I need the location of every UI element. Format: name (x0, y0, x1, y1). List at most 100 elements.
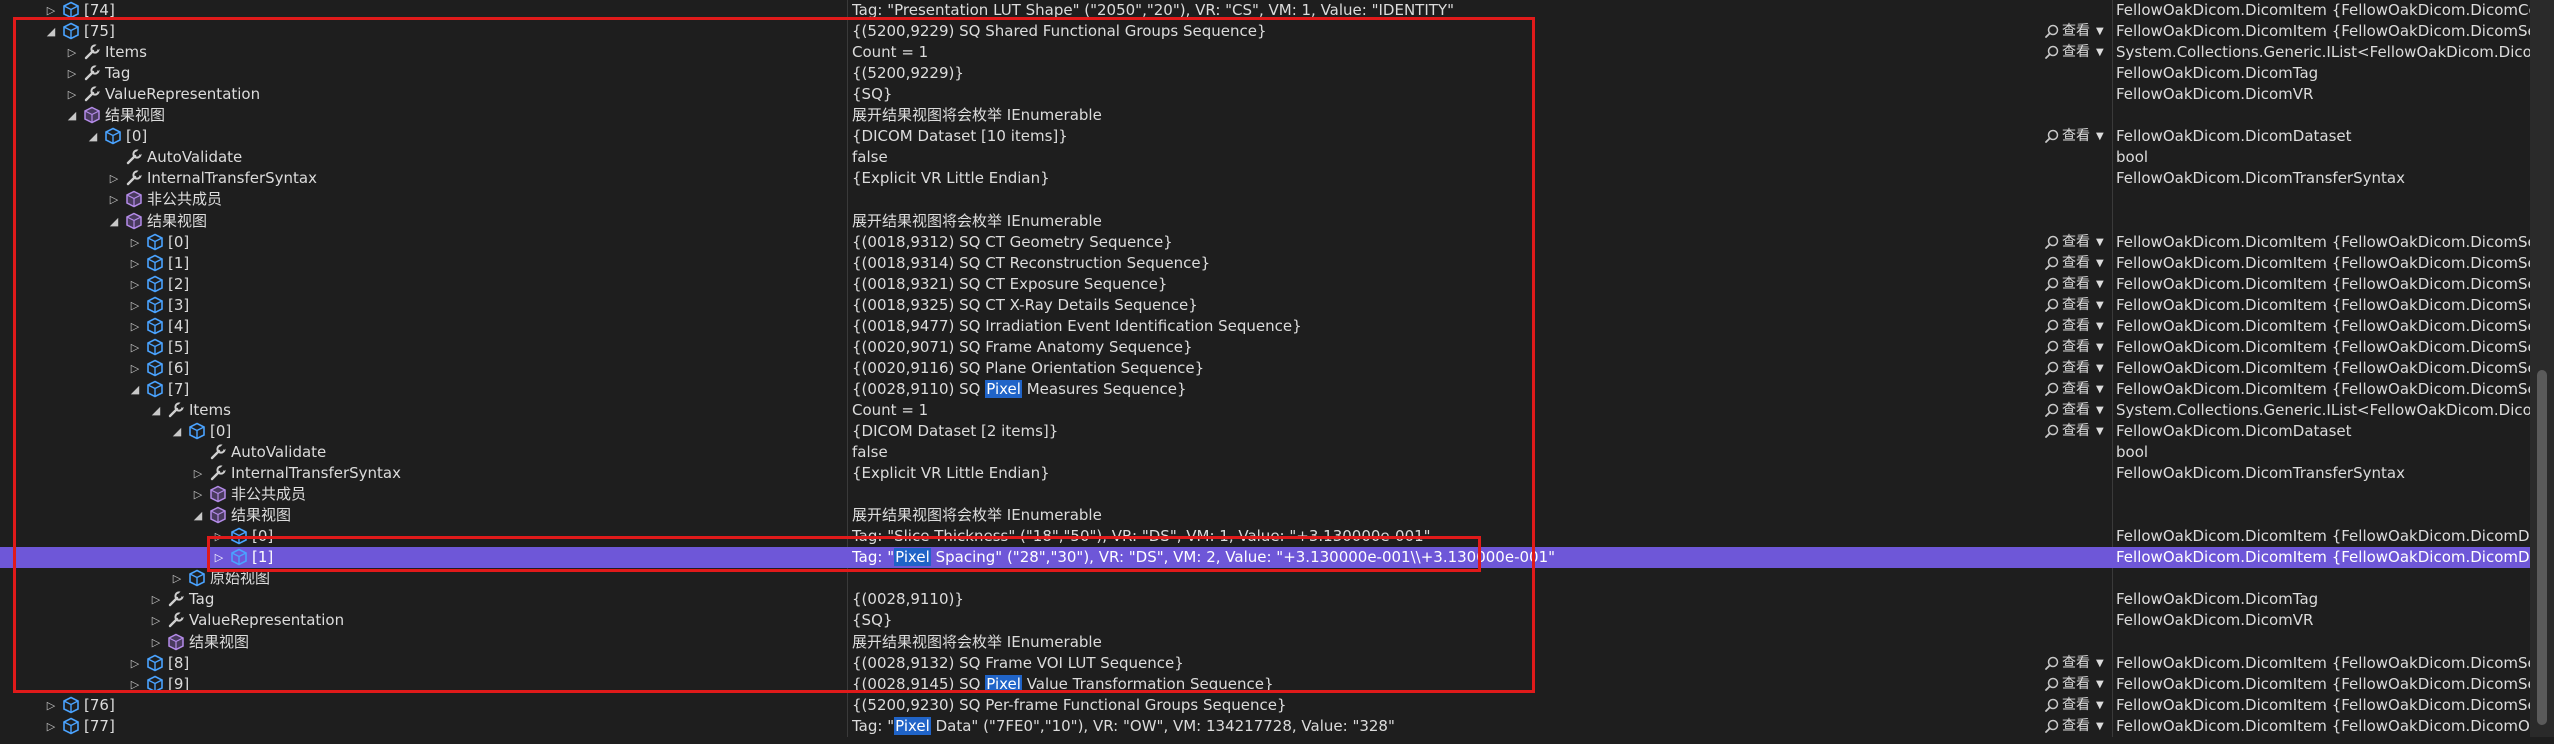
tree-row[interactable]: ▷ Tag {(5200,9229)} FellowOakDicom.DicomTag (0, 63, 2530, 84)
expand-arrow-icon[interactable]: ▷ (128, 337, 142, 358)
tree-row[interactable]: ▷ [9] {(0028,9145) SQ Pixel Value Transfor… (0, 674, 2530, 695)
tree-row[interactable]: ▷ [0] Tag: "Slice Thickness" ("18","50"), … (0, 526, 2530, 547)
expand-arrow-icon[interactable]: ▷ (149, 589, 163, 610)
dropdown-arrow-icon[interactable]: ▼ (2096, 295, 2104, 316)
tree-row[interactable]: ▷ [3] {(0018,9325) SQ CT X-Ray Details Seq… (0, 295, 2530, 316)
visualizer-button[interactable]: 查看 ▼ (2044, 274, 2106, 295)
tree-row[interactable]: ◢ 结果视图 展开结果视图将会枚举 IEnumerable (0, 505, 2530, 526)
expand-arrow-icon[interactable]: ▷ (44, 716, 58, 737)
tree-row[interactable]: ▷ [76] {(5200,9230) SQ Per-frame Functiona… (0, 695, 2530, 716)
collapse-arrow-icon[interactable]: ◢ (128, 379, 142, 400)
collapse-arrow-icon[interactable]: ◢ (170, 421, 184, 442)
tree-row[interactable]: ▷ [77] Tag: "Pixel Data" ("7FE0","10"), VR… (0, 716, 2530, 737)
tree-row[interactable]: ◢ 结果视图 展开结果视图将会枚举 IEnumerable (0, 105, 2530, 126)
visualizer-button[interactable]: 查看 ▼ (2044, 379, 2106, 400)
dropdown-arrow-icon[interactable]: ▼ (2096, 653, 2104, 674)
tree-row[interactable]: ◢ Items Count = 1 查看 ▼ System.Collections.Gen… (0, 400, 2530, 421)
dropdown-arrow-icon[interactable]: ▼ (2096, 716, 2104, 737)
tree-row[interactable]: ▷ InternalTransferSyntax {Explicit VR Litt… (0, 168, 2530, 189)
expand-arrow-icon[interactable]: ▷ (128, 653, 142, 674)
expand-arrow-icon[interactable]: ▷ (212, 547, 226, 568)
collapse-arrow-icon[interactable]: ◢ (86, 126, 100, 147)
tree-row[interactable]: ▷ [6] {(0020,9116) SQ Plane Orientation Se… (0, 358, 2530, 379)
visualizer-button[interactable]: 查看 ▼ (2044, 337, 2106, 358)
tree-row[interactable]: ▷ InternalTransferSyntax {Explicit VR Litt… (0, 463, 2530, 484)
expand-arrow-icon[interactable]: ▷ (44, 695, 58, 716)
tree-row[interactable]: ▷ [2] {(0018,9321) SQ CT Exposure Sequence… (0, 274, 2530, 295)
tree-row[interactable]: ▷ [5] {(0020,9071) SQ Frame Anatomy Sequen… (0, 337, 2530, 358)
visualizer-button[interactable]: 查看 ▼ (2044, 232, 2106, 253)
expand-arrow-icon[interactable]: ▷ (128, 274, 142, 295)
visualizer-button[interactable]: 查看 ▼ (2044, 653, 2106, 674)
tree-row[interactable]: ▷ ValueRepresentation {SQ} FellowOakDicom.D… (0, 610, 2530, 631)
expand-arrow-icon[interactable]: ▷ (65, 84, 79, 105)
expand-arrow-icon[interactable]: ▷ (107, 168, 121, 189)
dropdown-arrow-icon[interactable]: ▼ (2096, 400, 2104, 421)
tree-row[interactable]: ▷ Tag {(0028,9110)} FellowOakDicom.DicomTag (0, 589, 2530, 610)
tree-row[interactable]: ▷ ValueRepresentation {SQ} FellowOakDicom.D… (0, 84, 2530, 105)
expand-arrow-icon[interactable]: ▷ (191, 484, 205, 505)
tree-row[interactable]: ◢ [7] {(0028,9110) SQ Pixel Measures Seque… (0, 379, 2530, 400)
tree-row[interactable]: AutoValidate false bool (0, 442, 2530, 463)
dropdown-arrow-icon[interactable]: ▼ (2096, 126, 2104, 147)
tree-row[interactable]: ▷ Items Count = 1 查看 ▼ System.Collections.Gen… (0, 42, 2530, 63)
expand-arrow-icon[interactable]: ▷ (44, 0, 58, 21)
dropdown-arrow-icon[interactable]: ▼ (2096, 695, 2104, 716)
collapse-arrow-icon[interactable]: ◢ (65, 105, 79, 126)
tree-row[interactable]: ▷ 原始视图 (0, 568, 2530, 589)
expand-arrow-icon[interactable]: ▷ (128, 358, 142, 379)
tree-row[interactable]: ▷ [1] Tag: "Pixel Spacing" ("28","30"), VR… (0, 547, 2530, 569)
visualizer-button[interactable]: 查看 ▼ (2044, 126, 2106, 147)
tree-row[interactable]: ▷ 结果视图 展开结果视图将会枚举 IEnumerable (0, 632, 2530, 653)
visualizer-button[interactable]: 查看 ▼ (2044, 253, 2106, 274)
dropdown-arrow-icon[interactable]: ▼ (2096, 358, 2104, 379)
visualizer-button[interactable]: 查看 ▼ (2044, 21, 2106, 42)
expand-arrow-icon[interactable]: ▷ (128, 253, 142, 274)
vertical-scrollbar[interactable] (2530, 0, 2554, 737)
visualizer-button[interactable]: 查看 ▼ (2044, 400, 2106, 421)
tree-row[interactable]: ▷ [1] {(0018,9314) SQ CT Reconstruction Se… (0, 253, 2530, 274)
visualizer-button[interactable]: 查看 ▼ (2044, 674, 2106, 695)
visualizer-button[interactable]: 查看 ▼ (2044, 358, 2106, 379)
dropdown-arrow-icon[interactable]: ▼ (2096, 232, 2104, 253)
expand-arrow-icon[interactable]: ▷ (128, 674, 142, 695)
collapse-arrow-icon[interactable]: ◢ (44, 21, 58, 42)
collapse-arrow-icon[interactable]: ◢ (191, 505, 205, 526)
tree-row[interactable]: ◢ [0] {DICOM Dataset [10 items]} 查看 ▼ FellowO… (0, 126, 2530, 147)
expand-arrow-icon[interactable]: ▷ (149, 632, 163, 653)
visualizer-button[interactable]: 查看 ▼ (2044, 695, 2106, 716)
tree-row[interactable]: ▷ [74] Tag: "Presentation LUT Shape" ("205… (0, 0, 2530, 21)
collapse-arrow-icon[interactable]: ◢ (107, 211, 121, 232)
dropdown-arrow-icon[interactable]: ▼ (2096, 421, 2104, 442)
tree-row[interactable]: ▷ [0] {(0018,9312) SQ CT Geometry Sequence… (0, 232, 2530, 253)
dropdown-arrow-icon[interactable]: ▼ (2096, 316, 2104, 337)
expand-arrow-icon[interactable]: ▷ (128, 232, 142, 253)
tree-row[interactable]: ◢ 结果视图 展开结果视图将会枚举 IEnumerable (0, 211, 2530, 232)
scrollbar-thumb[interactable] (2537, 370, 2547, 725)
visualizer-button[interactable]: 查看 ▼ (2044, 295, 2106, 316)
expand-arrow-icon[interactable]: ▷ (149, 610, 163, 631)
dropdown-arrow-icon[interactable]: ▼ (2096, 42, 2104, 63)
expand-arrow-icon[interactable]: ▷ (65, 63, 79, 84)
expand-arrow-icon[interactable]: ▷ (128, 295, 142, 316)
dropdown-arrow-icon[interactable]: ▼ (2096, 337, 2104, 358)
expand-arrow-icon[interactable]: ▷ (107, 189, 121, 210)
tree-row[interactable]: ▷ [4] {(0018,9477) SQ Irradiation Event Id… (0, 316, 2530, 337)
dropdown-arrow-icon[interactable]: ▼ (2096, 379, 2104, 400)
expand-arrow-icon[interactable]: ▷ (170, 568, 184, 589)
dropdown-arrow-icon[interactable]: ▼ (2096, 21, 2104, 42)
tree-row[interactable]: ▷ 非公共成员 (0, 189, 2530, 210)
visualizer-button[interactable]: 查看 ▼ (2044, 716, 2106, 737)
tree-row[interactable]: AutoValidate false bool (0, 147, 2530, 168)
dropdown-arrow-icon[interactable]: ▼ (2096, 674, 2104, 695)
visualizer-button[interactable]: 查看 ▼ (2044, 421, 2106, 442)
tree-row[interactable]: ▷ 非公共成员 (0, 484, 2530, 505)
dropdown-arrow-icon[interactable]: ▼ (2096, 274, 2104, 295)
visualizer-button[interactable]: 查看 ▼ (2044, 42, 2106, 63)
expand-arrow-icon[interactable]: ▷ (212, 526, 226, 547)
dropdown-arrow-icon[interactable]: ▼ (2096, 253, 2104, 274)
tree-row[interactable]: ◢ [75] {(5200,9229) SQ Shared Functional G… (0, 21, 2530, 42)
expand-arrow-icon[interactable]: ▷ (191, 463, 205, 484)
tree-row[interactable]: ▷ [8] {(0028,9132) SQ Frame VOI LUT Sequen… (0, 653, 2530, 674)
expand-arrow-icon[interactable]: ▷ (128, 316, 142, 337)
